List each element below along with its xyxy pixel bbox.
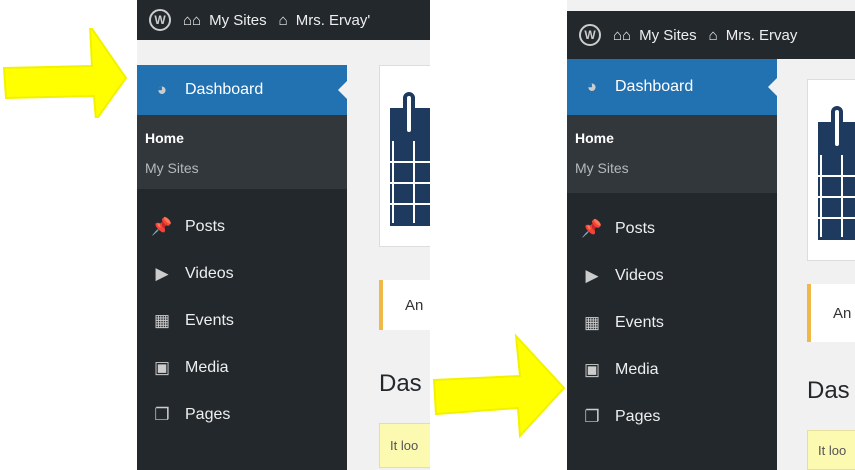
submenu-home[interactable]: Home (567, 123, 777, 153)
menu-events[interactable]: ▦ Events (567, 299, 777, 346)
notice-bar: An (379, 280, 430, 330)
admin-bar: W ⌂⌂ My Sites ⌂ Mrs. Ervay (567, 11, 855, 59)
media-icon: ▣ (583, 359, 601, 379)
screenshot-left: W ⌂⌂ My Sites ⌂ Mrs. Ervay' ◕ Dashboard … (137, 0, 430, 470)
dashboard-icon: ◕ (156, 80, 168, 99)
menu-pages-label: Pages (615, 407, 661, 425)
media-icon: ▣ (153, 357, 171, 377)
my-sites-button[interactable]: ⌂⌂ My Sites (183, 12, 267, 29)
menu-dashboard-label: Dashboard (185, 81, 264, 98)
screenshot-right: W ⌂⌂ My Sites ⌂ Mrs. Ervay ◕ Dashboard H… (567, 0, 855, 470)
site-name-label: Mrs. Ervay' (295, 11, 371, 29)
page-title: Das (807, 377, 850, 404)
menu-dashboard[interactable]: ◕ Dashboard (567, 59, 777, 115)
wordpress-icon: W (149, 9, 171, 31)
site-logo-card (807, 79, 855, 261)
yellow-notice: It loo (807, 430, 855, 470)
wp-logo-button[interactable]: W (579, 24, 601, 46)
main-content: An Das It loo (777, 59, 855, 470)
sites-icon: ⌂⌂ (183, 11, 202, 29)
menu-events-label: Events (185, 311, 234, 329)
dashboard-submenu: Home My Sites (137, 115, 347, 189)
pin-icon: 📌 (151, 216, 173, 236)
menu-videos-label: Videos (615, 266, 664, 284)
menu-media[interactable]: ▣ Media (567, 346, 777, 393)
site-name-button[interactable]: ⌂ Mrs. Ervay (709, 27, 798, 44)
admin-sidebar: ◕ Dashboard Home My Sites 📌 Posts ▶ Videos… (567, 59, 777, 470)
calendar-logo-icon (818, 106, 855, 240)
home-icon: ⌂ (708, 26, 718, 44)
menu-posts-label: Posts (615, 219, 656, 237)
menu-pages[interactable]: ❐ Pages (137, 391, 347, 438)
my-sites-button[interactable]: ⌂⌂ My Sites (613, 27, 697, 44)
menu-dashboard-label: Dashboard (615, 78, 694, 95)
admin-sidebar: ◕ Dashboard Home My Sites 📌 Posts ▶ Videos… (137, 65, 347, 470)
menu-pages[interactable]: ❐ Pages (567, 393, 777, 440)
sites-icon: ⌂⌂ (613, 26, 632, 44)
menu-dashboard[interactable]: ◕ Dashboard (137, 65, 347, 115)
submenu-my-sites[interactable]: My Sites (137, 153, 347, 183)
notice-bar: An (807, 284, 855, 342)
menu-media[interactable]: ▣ Media (137, 344, 347, 391)
submenu-home[interactable]: Home (137, 123, 347, 153)
menu-media-label: Media (185, 358, 229, 376)
menu-videos[interactable]: ▶ Videos (137, 250, 347, 297)
yellow-notice: It loo (379, 423, 430, 468)
site-logo-card (379, 65, 430, 247)
main-content: An Das It loo (349, 40, 430, 470)
menu-events[interactable]: ▦ Events (137, 297, 347, 344)
notice-text: An (833, 304, 852, 322)
yellow-notice-text: It loo (390, 438, 419, 453)
menu-posts[interactable]: 📌 Posts (137, 203, 347, 250)
menu-videos-label: Videos (185, 264, 234, 282)
site-name-button[interactable]: ⌂ Mrs. Ervay' (279, 12, 371, 29)
yellow-arrow-right (432, 333, 566, 439)
calendar-icon: ▦ (153, 310, 171, 330)
menu-videos[interactable]: ▶ Videos (567, 252, 777, 299)
wp-logo-button[interactable]: W (149, 9, 171, 31)
pages-icon: ❐ (154, 404, 170, 424)
yellow-notice-text: It loo (818, 442, 847, 458)
menu-pages-label: Pages (185, 405, 231, 423)
page-title: Das (379, 370, 422, 397)
calendar-icon: ▦ (583, 312, 601, 332)
video-icon: ▶ (585, 265, 599, 285)
wordpress-icon: W (579, 24, 601, 46)
home-icon: ⌂ (278, 11, 288, 29)
pin-icon: 📌 (581, 218, 603, 238)
my-sites-label: My Sites (639, 26, 697, 44)
yellow-arrow-left (2, 28, 128, 118)
dashboard-submenu: Home My Sites (567, 115, 777, 193)
admin-bar: W ⌂⌂ My Sites ⌂ Mrs. Ervay' (137, 0, 430, 40)
menu-posts[interactable]: 📌 Posts (567, 205, 777, 252)
menu-posts-label: Posts (185, 217, 226, 235)
menu-media-label: Media (615, 360, 659, 378)
pages-icon: ❐ (584, 406, 600, 426)
site-name-label: Mrs. Ervay (725, 26, 798, 44)
video-icon: ▶ (155, 263, 169, 283)
submenu-my-sites[interactable]: My Sites (567, 153, 777, 183)
notice-text: An (405, 296, 424, 314)
dashboard-icon: ◕ (586, 77, 598, 96)
my-sites-label: My Sites (209, 11, 267, 29)
menu-events-label: Events (615, 313, 664, 331)
calendar-logo-icon (390, 92, 430, 226)
